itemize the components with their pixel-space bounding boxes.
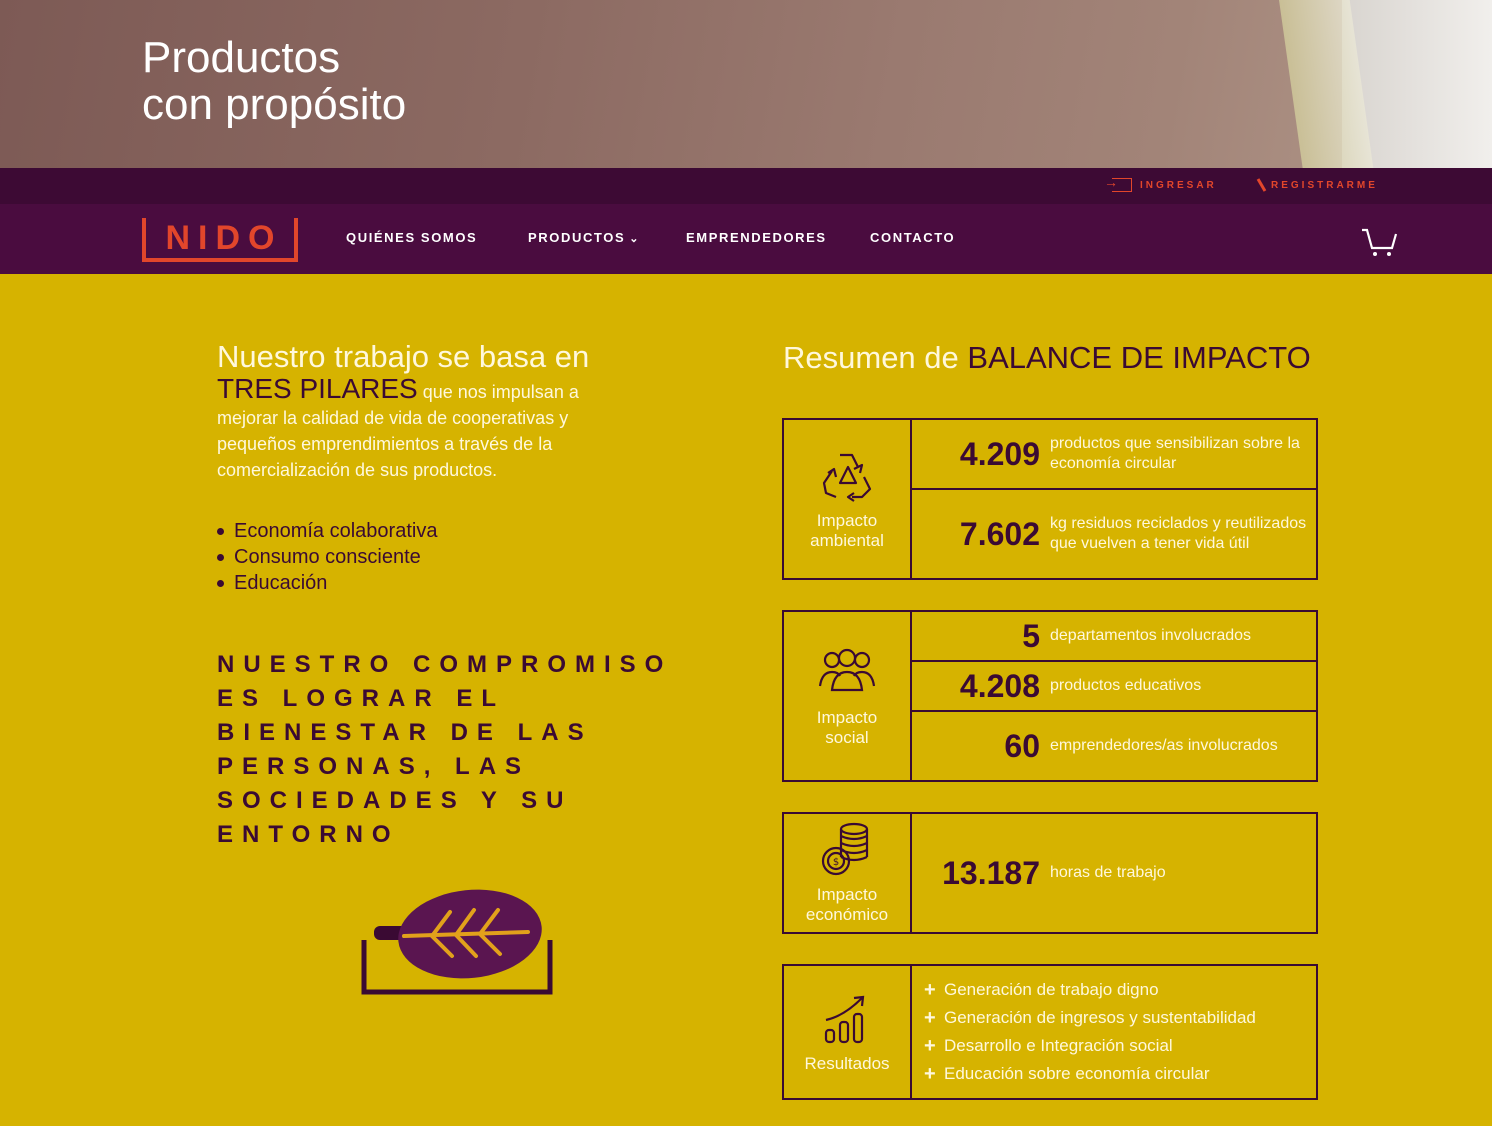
pillar-item: Consumo consciente [217,544,437,570]
register-link[interactable]: REGISTRARME [1256,178,1378,192]
plus-icon: + [924,1035,936,1057]
impact-row: 4.209 productos que sensibilizan sobre l… [912,420,1316,490]
summary-prefix: Resumen de [783,340,968,375]
nav-productos[interactable]: PRODUCTOS ⌄ [528,230,640,245]
leaf-icon [361,889,553,995]
account-bar: INGRESAR REGISTRARME [0,168,1492,204]
login-label: INGRESAR [1140,179,1217,191]
impact-value: 4.208 [959,667,1040,704]
hero-title: Productos con propósito [142,34,406,128]
coins-icon: $ [821,822,869,876]
impact-description: kg residuos reciclados y reutilizados qu… [1050,515,1307,552]
impact-summary-title: Resumen de BALANCE DE IMPACTO [783,340,1311,376]
impact-description: horas de trabajo [1050,864,1166,881]
result-text: Generación de ingresos y sustentabilidad [944,1008,1256,1027]
category-label: Impacto [816,511,878,530]
impact-row: 60 emprendedores/as involucrados [912,712,1316,780]
list-item: + Generación de ingresos y sustentabilida… [924,1004,1304,1032]
hero-banner: Productos con propósito [0,0,1492,168]
intro-paragraph: TRES PILARES que nos impulsan a mejorar … [217,373,627,483]
results-list: + Generación de trabajo digno + Generación… [912,966,1316,1098]
pillars-list: Economía colaborativa Consumo consciente… [217,518,437,596]
impact-value: 5 [1022,617,1040,654]
register-label: REGISTRARME [1271,179,1378,191]
category-label: Impacto [816,708,878,727]
list-item: + Desarrollo e Integración social [924,1032,1304,1060]
intro-strong: TRES PILARES [217,373,418,404]
impact-category: Impacto ambiental [784,420,912,578]
category-label: Impacto [816,885,878,904]
plus-icon: + [924,1063,936,1085]
impact-value: 60 [1004,727,1040,764]
impact-value: 4.209 [959,435,1040,472]
impact-results: Resultados + Generación de trabajo digno … [782,964,1318,1100]
pillar-item: Educación [217,570,437,596]
impact-row: 4.208 productos educativos [912,662,1316,712]
impact-row: 13.187 horas de trabajo [912,814,1316,932]
impact-row: 7.602 kg residuos reciclados y reutiliza… [912,490,1316,578]
intro-heading: Nuestro trabajo se basa en [217,339,590,374]
impact-description: departamentos involucrados [1050,627,1252,644]
impact-description: productos educativos [1050,677,1202,694]
pillar-item: Economía colaborativa [217,518,437,544]
login-icon [1104,174,1132,192]
main-nav: NIDO QUIÉNES SOMOS PRODUCTOS ⌄ EMPRENDEDO… [0,204,1492,274]
category-label: económico [805,905,889,924]
impact-value: 13.187 [942,854,1040,891]
list-item: + Educación sobre economía circular [924,1060,1304,1088]
hero-title-line2: con propósito [142,80,407,129]
growth-chart-icon [824,995,865,1044]
people-icon [818,648,876,692]
impact-environmental: Impacto ambiental 4.209 productos que se… [782,418,1318,580]
result-text: Desarrollo e Integración social [944,1036,1173,1055]
impact-row: 5 departamentos involucrados [912,612,1316,662]
impact-category: $ Impacto económico [784,814,912,932]
result-text: Generación de trabajo digno [944,980,1159,999]
recycle-icon [822,453,872,502]
result-text: Educación sobre economía circular [944,1064,1210,1083]
pencil-icon [1256,178,1267,192]
commitment-statement: NUESTRO COMPROMISO ES LOGRAR EL BIENESTA… [217,651,673,848]
plus-icon: + [924,1007,936,1029]
category-label: Resultados [804,1054,890,1073]
intro-text: Nuestro trabajo se basa en TRES PILARES … [217,338,627,483]
impact-description: emprendedores/as involucrados [1050,737,1278,754]
svg-text:$: $ [833,857,839,868]
impact-value: 7.602 [959,515,1040,552]
chevron-down-icon: ⌄ [629,233,641,245]
nav-contacto[interactable]: CONTACTO [870,230,955,245]
cart-icon[interactable] [1360,226,1398,258]
impact-social: Impacto social 5 departamentos involucra… [782,610,1318,782]
category-label: social [825,728,869,747]
hero-title-line1: Productos [142,33,341,82]
nav-productos-label: PRODUCTOS [528,230,626,245]
impact-economic: $ Impacto económico 13.187 horas de trab… [782,812,1318,934]
impact-category: Resultados [784,966,912,1098]
impact-category: Impacto social [784,612,912,780]
summary-strong: BALANCE DE IMPACTO [967,340,1311,375]
impact-description: productos que sensibilizan sobre la econ… [1050,435,1300,472]
list-item: + Generación de trabajo digno [924,976,1304,1004]
nido-logo[interactable]: NIDO [142,218,298,262]
nav-quienes-somos[interactable]: QUIÉNES SOMOS [346,230,477,245]
nav-emprendedores[interactable]: EMPRENDEDORES [686,230,827,245]
login-link[interactable]: INGRESAR [1104,174,1217,192]
category-label: ambiental [810,531,884,550]
plus-icon: + [924,979,936,1001]
